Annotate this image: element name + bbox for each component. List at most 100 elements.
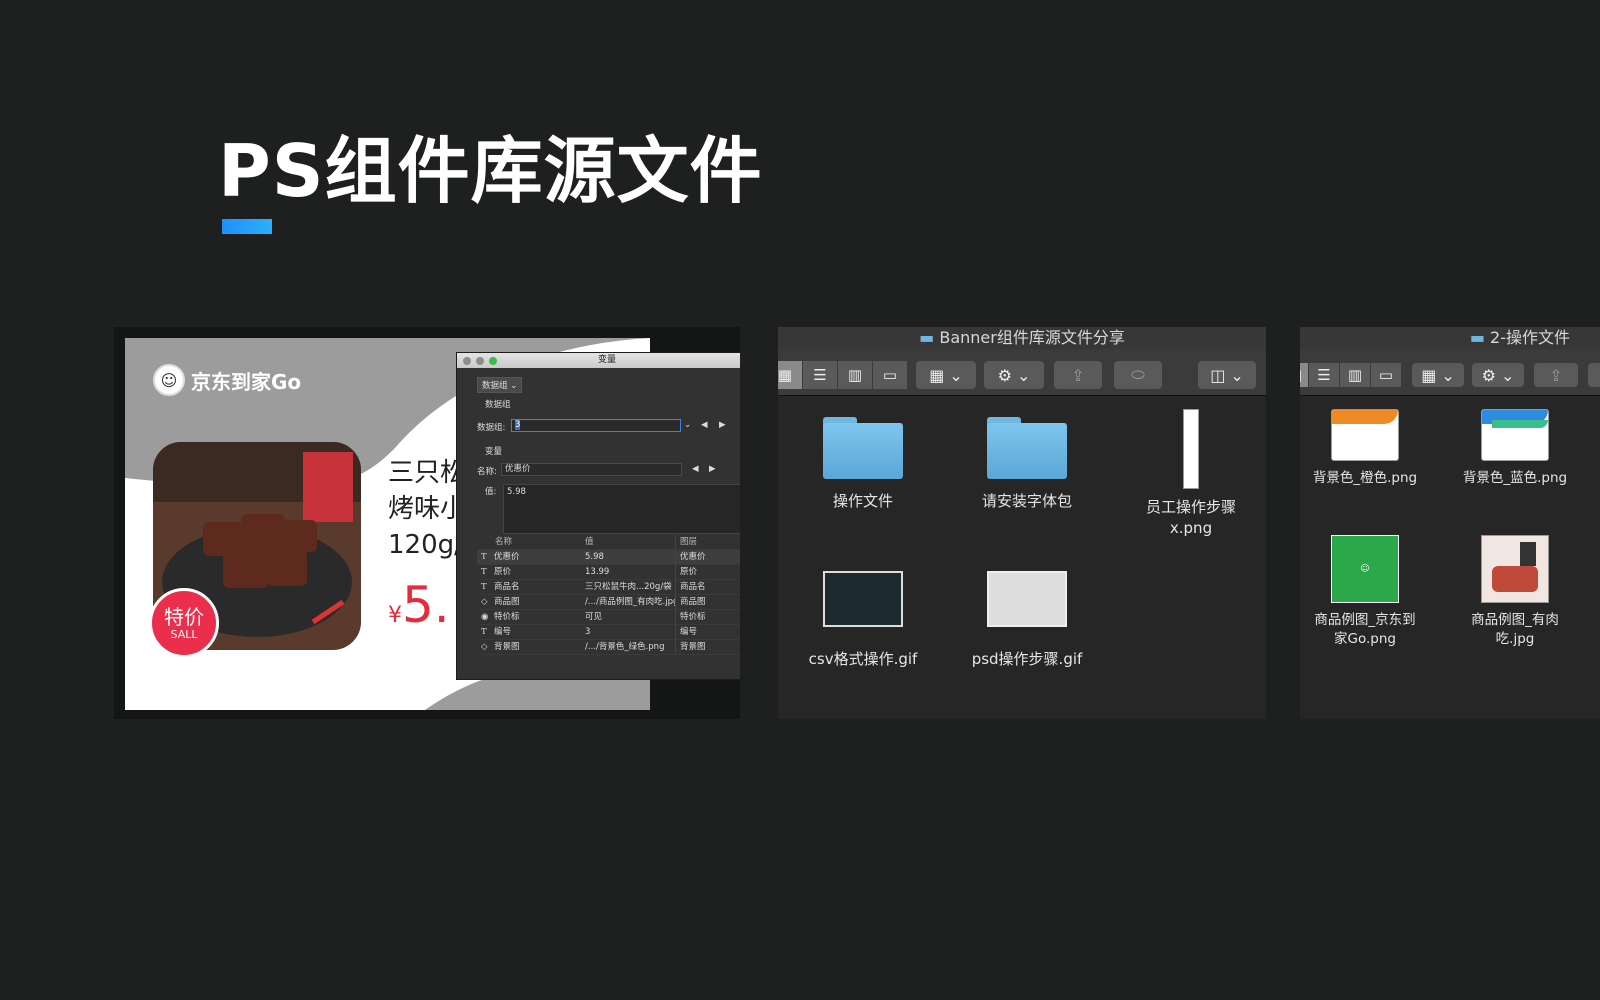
variable-value-input[interactable]: 5.98 (503, 484, 740, 534)
col-layer-header[interactable]: 图层 (675, 535, 740, 549)
col-value-header[interactable]: 值 (585, 535, 675, 549)
variable-name: 背景图 (494, 642, 520, 652)
product-thumbnail (1481, 535, 1549, 603)
finder-item-label: 背景色_橙色.png (1312, 470, 1418, 486)
group-by-button[interactable]: ▦ ⌄ (1412, 363, 1464, 387)
dataset-prev-button[interactable]: ◀ (701, 420, 708, 430)
dataset-dropdown-icon[interactable]: ⌄ (684, 420, 691, 430)
dataset-input[interactable]: 3 (511, 419, 681, 432)
gif-thumbnail (987, 571, 1067, 627)
variable-value-text: 5.98 (507, 487, 526, 497)
table-row[interactable]: ◇ 背景图 /.../背景色_绿色.png 背景图 (477, 640, 740, 655)
variable-layer-cell: 商品名 (675, 580, 740, 594)
title-underline (222, 219, 272, 234)
variable-value-cell: 3 (585, 627, 591, 637)
col-name-header[interactable]: 名称 (477, 535, 585, 549)
table-row[interactable]: T 原价 13.99 原价 (477, 565, 740, 580)
folder-icon (823, 417, 903, 479)
variable-prev-button[interactable]: ◀ (692, 464, 699, 474)
variable-name-cell: T 优惠价 (477, 550, 585, 564)
variable-name-value: 优惠价 (505, 464, 531, 474)
folder-title-icon: ▬ (1469, 328, 1485, 347)
table-row[interactable]: T 编号 3 编号 (477, 625, 740, 640)
finder-item-image[interactable]: csv格式操作.gif (798, 571, 928, 670)
column-view-icon[interactable]: ▥ (838, 361, 873, 389)
finder-item-label: 请安装字体包 (981, 492, 1072, 510)
share-icon[interactable]: ⇪ (1534, 363, 1578, 387)
variable-value-cell: 5.98 (585, 552, 604, 562)
variable-name-cell: ◇ 背景图 (477, 640, 585, 654)
table-row[interactable]: ◇ 商品图/.../商品例图_有肉吃.jpg 商品图 (477, 595, 740, 610)
folder-icon (987, 417, 1067, 479)
toolbar-overflow[interactable] (1588, 363, 1600, 387)
zoom-window-button[interactable] (489, 357, 497, 365)
table-row[interactable]: ◉ 特价标 可见 特价标 (477, 610, 740, 625)
finder-title: 2-操作文件 (1490, 328, 1570, 347)
finder-item-image[interactable]: 背景色_蓝色.png (1450, 409, 1580, 488)
variable-type-icon: ◇ (481, 597, 488, 607)
variable-type-icon: ◇ (481, 642, 488, 652)
finder-item-image[interactable]: 员工操作步骤x.png (1126, 409, 1256, 539)
variable-name-cell: ◇ 商品图 (477, 595, 585, 609)
gallery-view-icon[interactable]: ▭ (873, 361, 908, 389)
variable-next-button[interactable]: ▶ (709, 464, 716, 474)
finder-item-image[interactable]: psd操作步骤.gif (962, 571, 1092, 670)
finder-titlebar: ▬ 2-操作文件 (1300, 327, 1600, 349)
variable-value-cell: 可见 (585, 612, 603, 622)
dataset-next-button[interactable]: ▶ (719, 420, 726, 430)
list-view-icon[interactable]: ☰ (803, 361, 838, 389)
finder-item-label: 商品例图_京东到家Go.png (1314, 612, 1416, 647)
dataset-mode-select[interactable]: 数据组 ⌄ (477, 377, 523, 393)
variable-name: 特价标 (494, 612, 520, 622)
view-mode-segment: ▦ ☰ ▥ ▭ (778, 361, 908, 389)
variable-value-cell: /.../商品例图_有肉吃.jpg (585, 597, 675, 607)
minimize-window-button[interactable] (476, 357, 484, 365)
variable-name-cell: ◉ 特价标 (477, 610, 585, 624)
finder-item-image[interactable]: 背景色_橙色.png (1300, 409, 1430, 488)
table-row[interactable]: T 商品名 三只松鼠牛肉...20g/袋 商品名 (477, 580, 740, 595)
variables-table: 名称 值 图层 T 优惠价 5.98 优惠价 T 原价 13.99 原价 T 商品名 三只松鼠牛肉.… (477, 535, 740, 655)
variable-name-cell: T 原价 (477, 565, 585, 579)
price-amount: 5. (402, 576, 450, 634)
gear-icon[interactable]: ⚙ ⌄ (1472, 363, 1524, 387)
variable-layer-cell: 商品图 (675, 595, 740, 609)
gif-thumbnail (823, 571, 903, 627)
finder-item-label: 背景色_蓝色.png (1462, 470, 1568, 486)
finder-item-folder[interactable]: 操作文件 (798, 417, 928, 512)
finder-item-image[interactable]: ☺ 商品例图_京东到家Go.png (1300, 535, 1430, 649)
tag-icon[interactable]: ⬭ (1114, 361, 1162, 389)
dataset-input-value: 3 (515, 420, 521, 430)
variable-value-cell: 13.99 (585, 567, 610, 577)
view-mode-segment: ▦ ☰ ▥ ▭ (1300, 363, 1402, 391)
variable-layer-cell: 背景图 (675, 640, 740, 654)
variable-name: 商品图 (494, 597, 520, 607)
sale-badge: 特价 SALL (149, 588, 219, 658)
variable-name-select[interactable]: 优惠价 (501, 463, 682, 476)
share-icon[interactable]: ⇪ (1054, 361, 1102, 389)
variable-type-icon: T (481, 567, 487, 577)
finder-item-image[interactable]: 商品例图_有肉吃.jpg (1450, 535, 1580, 649)
finder-toolbar: ▦ ☰ ▥ ▭ ▦ ⌄ ⚙ ⌄ ⇪ ⬭ ◫ ⌄ (778, 349, 1266, 396)
gallery-view-icon[interactable]: ▭ (1371, 363, 1402, 387)
product-price: ¥5. (388, 576, 450, 634)
list-view-icon[interactable]: ☰ (1309, 363, 1340, 387)
variable-layer-cell: 特价标 (675, 610, 740, 624)
brand-mascot-icon: ☺ (153, 364, 185, 396)
variable-type-icon: T (481, 552, 487, 562)
table-row[interactable]: T 优惠价 5.98 优惠价 (477, 550, 740, 565)
variable-name-cell: T 编号 (477, 625, 585, 639)
finder-item-label: 操作文件 (832, 492, 893, 510)
variable-layer-cell: 优惠价 (675, 550, 740, 564)
dropbox-icon[interactable]: ◫ ⌄ (1198, 361, 1256, 389)
finder-window-operations: ▬ 2-操作文件 ▦ ☰ ▥ ▭ ▦ ⌄ ⚙ ⌄ ⇪ 背景色_橙色.png 背景… (1300, 327, 1600, 719)
finder-item-folder[interactable]: 请安装字体包 (962, 417, 1092, 512)
icon-view-icon[interactable]: ▦ (1300, 363, 1309, 387)
group-by-button[interactable]: ▦ ⌄ (916, 361, 976, 389)
dataset-label: 数据组: (477, 423, 506, 433)
close-window-button[interactable] (463, 357, 471, 365)
variable-type-icon: T (481, 582, 487, 592)
column-view-icon[interactable]: ▥ (1340, 363, 1371, 387)
gear-icon[interactable]: ⚙ ⌄ (984, 361, 1044, 389)
icon-view-icon[interactable]: ▦ (778, 361, 803, 389)
folder-title-icon: ▬ (919, 328, 935, 347)
